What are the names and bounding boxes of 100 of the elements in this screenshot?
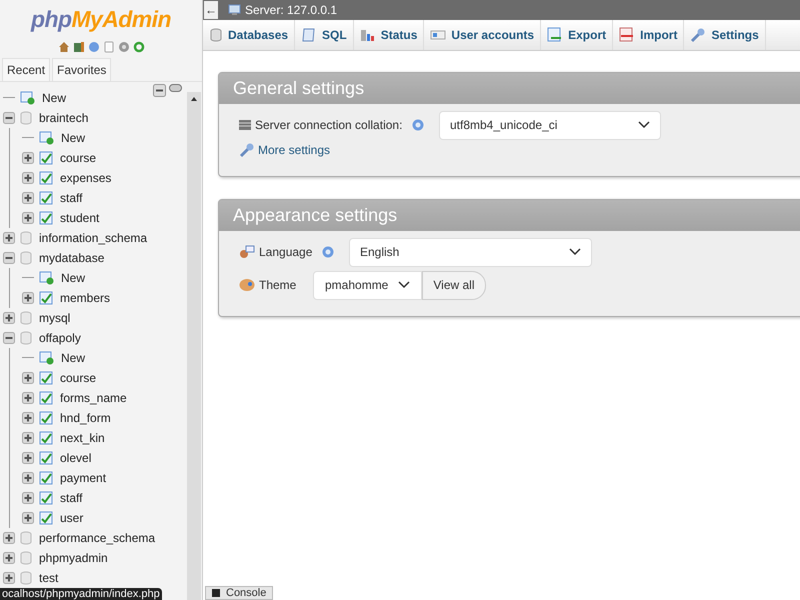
tree-item[interactable]: course <box>60 368 96 386</box>
database-icon <box>20 230 32 244</box>
setting-label: Theme <box>259 277 296 294</box>
expand-icon[interactable] <box>22 212 34 224</box>
wrench-icon <box>239 142 255 158</box>
expand-icon[interactable] <box>22 172 34 184</box>
expand-icon[interactable] <box>22 432 34 444</box>
table-icon <box>39 470 53 484</box>
expand-icon[interactable] <box>22 372 34 384</box>
bar-chart-icon <box>360 27 376 43</box>
list-icon <box>239 120 251 130</box>
tree-item[interactable]: course <box>60 148 96 166</box>
expand-icon[interactable] <box>22 452 34 464</box>
expand-icon[interactable] <box>22 392 34 404</box>
table-icon <box>39 150 53 164</box>
table-icon <box>39 390 53 404</box>
table-icon <box>39 490 53 504</box>
database-icon <box>20 330 32 344</box>
database-icon <box>20 570 32 584</box>
tree-item[interactable]: olevel <box>60 448 92 466</box>
server-link[interactable]: Server: 127.0.0.1 <box>245 1 338 19</box>
collapse-icon[interactable] <box>3 332 15 344</box>
new-table-icon <box>39 270 54 284</box>
collapse-icon[interactable] <box>3 252 15 264</box>
user-card-icon <box>430 29 446 41</box>
tree-item[interactable]: New <box>61 348 86 366</box>
expand-icon[interactable] <box>22 492 34 504</box>
panel-tab[interactable]: Recent <box>2 58 50 80</box>
tree-item[interactable]: user <box>60 508 84 526</box>
table-icon <box>39 370 53 384</box>
scrollbar[interactable] <box>187 92 201 600</box>
expand-icon[interactable] <box>22 192 34 204</box>
tree-item[interactable]: mydatabase <box>39 248 104 266</box>
menu-tab[interactable]: Export <box>541 20 614 50</box>
tree-item[interactable]: information_schema <box>39 228 148 246</box>
setting-label: Language <box>259 244 312 261</box>
menu-tab[interactable]: SQL <box>295 20 354 50</box>
tree-item[interactable]: payment <box>60 468 106 486</box>
expand-icon[interactable] <box>22 472 34 484</box>
table-icon <box>39 510 53 524</box>
expand-icon[interactable] <box>3 532 15 544</box>
expand-icon[interactable] <box>22 292 34 304</box>
tree-item[interactable]: forms_name <box>60 388 127 406</box>
tree-item[interactable]: test <box>39 568 58 586</box>
menu-tab[interactable]: Databases <box>203 20 296 50</box>
tree-item[interactable]: expenses <box>60 168 112 186</box>
expand-icon[interactable] <box>3 552 15 564</box>
tree-item[interactable]: staff <box>60 188 82 206</box>
tree-item[interactable]: next_kin <box>60 428 105 446</box>
expand-icon[interactable] <box>22 412 34 424</box>
back-button[interactable]: ← <box>204 1 218 19</box>
more-settings-link[interactable]: More settings <box>258 141 330 159</box>
logo: phpMyAdmin <box>31 5 171 34</box>
panel-title: General settings <box>219 73 800 104</box>
table-icon <box>39 170 53 184</box>
console-tab[interactable]: Console <box>205 586 274 600</box>
tree-item[interactable]: members <box>60 288 110 306</box>
collapse-all-icon[interactable] <box>153 84 166 96</box>
menu-tab[interactable]: User accounts <box>424 20 542 50</box>
tree-item[interactable]: phpmyadmin <box>39 548 108 566</box>
url-tooltip: ocalhost/phpmyadmin/index.php <box>0 588 162 600</box>
help-icon[interactable] <box>88 40 100 52</box>
tree-item[interactable]: New <box>61 128 86 146</box>
tree-item[interactable]: staff <box>60 488 82 506</box>
panel-title: Appearance settings <box>219 200 800 231</box>
tree-item[interactable]: hnd_form <box>60 408 111 426</box>
chevron-down-icon <box>569 248 581 256</box>
select-field[interactable]: utf8mb4_unicode_ci <box>439 110 661 140</box>
menu-tab[interactable]: Status <box>354 20 424 50</box>
expand-icon[interactable] <box>3 232 15 244</box>
tree-item[interactable]: braintech <box>39 108 88 126</box>
wrench-icon <box>690 27 706 43</box>
expand-icon[interactable] <box>3 572 15 584</box>
collapse-icon[interactable] <box>3 112 15 124</box>
expand-icon[interactable] <box>3 312 15 324</box>
database-icon <box>20 550 32 564</box>
tree-item[interactable]: student <box>60 208 100 226</box>
tree-item[interactable]: New <box>61 268 86 286</box>
theme-select[interactable]: pmahomme <box>313 270 422 300</box>
menu-tab[interactable]: Import <box>613 20 684 50</box>
home-icon[interactable] <box>58 40 70 52</box>
database-icon <box>20 250 32 264</box>
chevron-down-icon <box>398 281 410 289</box>
setting-label: Server connection collation: <box>255 117 402 134</box>
settings-icon[interactable] <box>118 40 130 52</box>
menu-tab[interactable]: Settings <box>684 20 766 50</box>
tree-item[interactable]: mysql <box>39 308 70 326</box>
server-icon <box>228 4 242 16</box>
expand-icon[interactable] <box>22 512 34 524</box>
database-icon <box>20 310 32 324</box>
tree-item[interactable]: performance_schema <box>39 528 156 546</box>
tree-item[interactable]: New <box>42 88 66 106</box>
select-field[interactable]: English <box>349 238 592 266</box>
expand-icon[interactable] <box>22 152 34 164</box>
table-icon <box>39 210 53 224</box>
panel-tab[interactable]: Favorites <box>52 58 112 80</box>
new-table-icon <box>39 350 54 364</box>
view-all-button[interactable]: View all <box>422 270 486 300</box>
database-icon <box>209 28 223 42</box>
tree-item[interactable]: offapoly <box>39 328 81 346</box>
